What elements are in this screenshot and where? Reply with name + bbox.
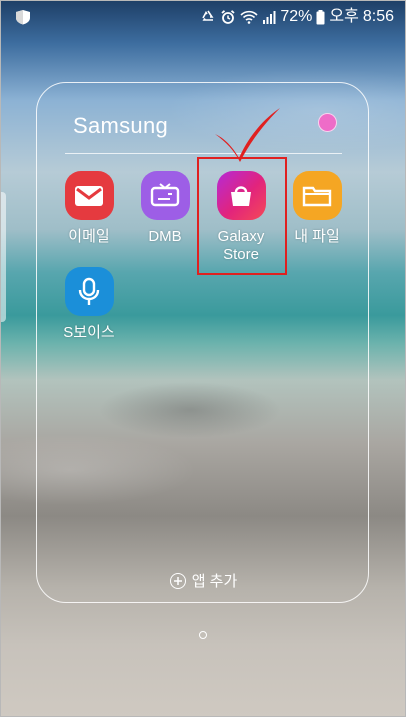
app-s-voice[interactable]: S보이스 [49,267,129,342]
time-period: 오후 [329,8,359,25]
folder-color-button[interactable] [318,113,337,132]
clock-time: 8:56 [362,8,394,25]
status-bar: 72% 오후 8:56 [0,0,406,34]
signal-icon [262,10,276,24]
page-indicator [199,631,207,639]
status-icons: 72% 오후 8:56 [200,7,394,27]
folder-title[interactable]: Samsung [73,113,168,139]
samsung-security-icon [14,9,32,30]
battery-icon [316,9,325,25]
app-email[interactable]: 이메일 [49,171,129,246]
highlight-box [197,157,287,275]
wifi-icon [240,9,258,25]
app-label: S보이스 [63,324,115,341]
alarm-clock-icon [220,9,236,25]
folder-icon [292,171,342,220]
microphone-icon [64,267,114,316]
checkmark-icon [212,104,284,169]
add-app-button[interactable]: 앱 추가 [37,570,370,591]
app-label: DMB [148,228,182,245]
app-dmb[interactable]: DMB [125,171,205,246]
battery-percent: 72% [280,8,313,25]
app-label: 이메일 [68,228,110,245]
email-icon [64,171,114,220]
plus-icon [169,572,186,589]
app-my-files[interactable]: 내 파일 [277,171,357,246]
folder-divider [65,153,342,154]
recycle-icon [200,9,216,25]
app-label: 내 파일 [294,228,340,245]
home-screen: 72% 오후 8:56 Samsung 이메일 DMB Galaxy Store… [0,0,406,717]
edge-panel-handle[interactable] [0,192,6,322]
tv-icon [140,171,190,220]
add-app-label: 앱 추가 [191,573,238,590]
